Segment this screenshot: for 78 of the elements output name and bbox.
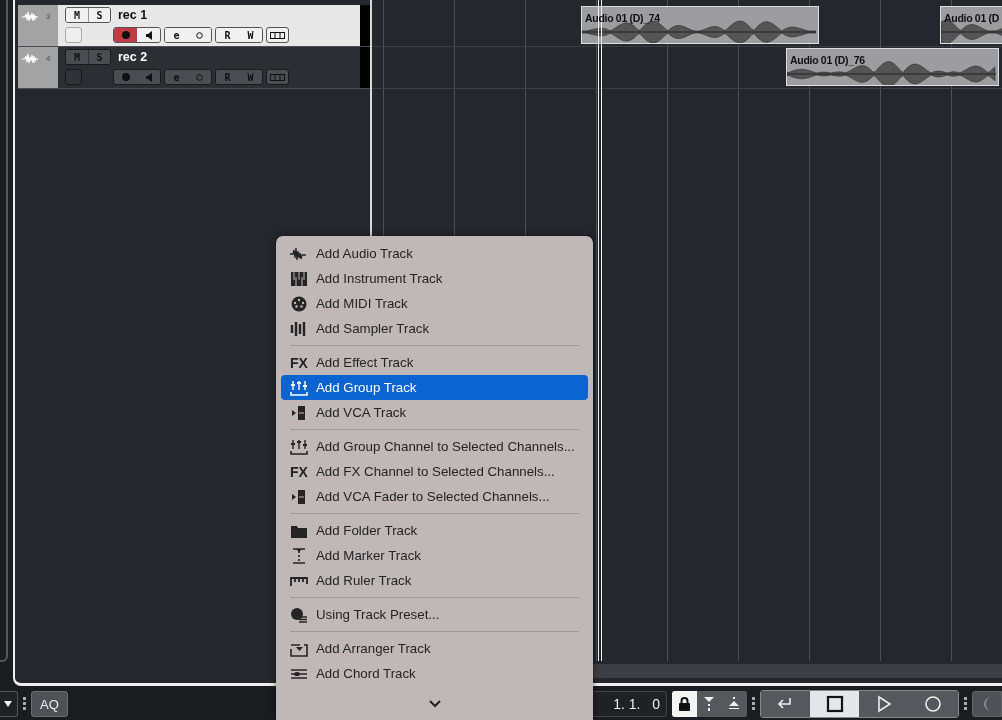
play-icon <box>875 695 894 713</box>
track-number: 4 <box>46 54 51 63</box>
edit-button[interactable]: e <box>165 28 188 42</box>
audio-event[interactable]: Audio 01 (D)_76 <box>786 48 999 86</box>
marker-icon <box>290 547 308 564</box>
stop-icon <box>825 695 844 713</box>
fx-label: FX <box>290 463 309 480</box>
menu-item[interactable]: Add VCA Track <box>281 400 588 425</box>
auto-quantize-button[interactable]: AQ <box>30 691 68 717</box>
menu-item[interactable]: Add Instrument Track <box>281 266 588 291</box>
read-button[interactable]: R <box>216 28 239 42</box>
write-button[interactable]: W <box>239 28 262 42</box>
record-enable-button[interactable] <box>114 28 137 42</box>
grid-icon <box>270 73 285 81</box>
play-button[interactable] <box>859 691 909 717</box>
waveform-icon <box>22 52 38 66</box>
record-button[interactable] <box>908 691 959 717</box>
track-checkbox[interactable] <box>65 69 82 85</box>
marker-down-icon <box>704 697 715 711</box>
grip-handle[interactable] <box>22 697 26 711</box>
monitor-button[interactable] <box>137 28 160 42</box>
circle-button[interactable] <box>188 28 211 42</box>
menu-item[interactable]: Add Group Track <box>281 375 588 400</box>
grip-handle[interactable] <box>751 697 755 711</box>
horizontal-scrollbar[interactable] <box>593 664 1002 678</box>
stop-button[interactable] <box>810 691 860 717</box>
lanes-button[interactable] <box>266 27 289 43</box>
triangle-down-icon <box>4 701 13 707</box>
menu-item[interactable]: Add Marker Track <box>281 543 588 568</box>
track-name: rec 2 <box>118 50 148 64</box>
chevron-down-icon[interactable] <box>428 700 441 708</box>
cycle-button[interactable] <box>760 691 811 717</box>
event-name: Audio 01 (D <box>944 12 1000 24</box>
menu-item[interactable]: Add Chord Track <box>281 661 588 686</box>
preset-icon <box>290 606 308 623</box>
menu-item[interactable]: Add Group Channel to Selected Channels... <box>281 434 588 459</box>
fx-label: FX <box>290 354 309 371</box>
menu-item[interactable]: Add Arranger Track <box>281 636 588 661</box>
dot-icon <box>121 73 130 81</box>
marker-up-icon <box>729 697 740 711</box>
sampler-bars-icon <box>290 320 308 337</box>
menu-item[interactable]: Add VCA Fader to Selected Channels... <box>281 484 588 509</box>
group-faders-icon <box>290 379 308 396</box>
menu-item[interactable]: FX Add Effect Track <box>281 350 588 375</box>
menu-item[interactable]: Add Ruler Track <box>281 568 588 593</box>
record-icon <box>924 695 943 713</box>
menu-item[interactable]: FX Add FX Channel to Selected Channels... <box>281 459 588 484</box>
audio-event[interactable]: Audio 01 (D <box>940 6 1002 44</box>
menu-item[interactable]: Add Folder Track <box>281 518 588 543</box>
circle-icon <box>196 31 203 39</box>
waveform-icon <box>290 245 308 262</box>
track-name: rec 1 <box>118 8 148 22</box>
grid-icon <box>270 31 285 39</box>
circle-icon <box>196 73 203 81</box>
menu-item[interactable]: Add Sampler Track <box>281 316 588 341</box>
lock-icon <box>678 697 690 711</box>
mute-button[interactable]: M <box>66 8 88 22</box>
menu-item[interactable]: Add Audio Track <box>281 241 588 266</box>
menu-item[interactable]: Add MIDI Track <box>281 291 588 316</box>
speaker-icon <box>145 30 152 40</box>
event-name: Audio 01 (D)_76 <box>790 54 865 66</box>
speaker-icon <box>145 72 152 82</box>
dot-icon <box>121 31 130 39</box>
vca-icon <box>290 488 308 505</box>
position-display: 1. 1. 0 <box>591 691 667 717</box>
waveform-icon <box>22 10 38 24</box>
piano-keys-icon <box>290 270 308 287</box>
crescent-icon <box>983 697 991 711</box>
lock-button[interactable] <box>671 691 697 717</box>
solo-button[interactable]: S <box>88 8 110 22</box>
menu-item[interactable]: Using Track Preset... <box>281 602 588 627</box>
dropdown-button[interactable] <box>0 691 18 717</box>
midi-port-icon <box>290 295 308 312</box>
vca-icon <box>290 404 308 421</box>
track-number: 3 <box>46 12 51 21</box>
track-checkbox[interactable] <box>65 27 82 43</box>
group-faders-icon <box>290 438 308 455</box>
grip-handle[interactable] <box>964 697 968 711</box>
